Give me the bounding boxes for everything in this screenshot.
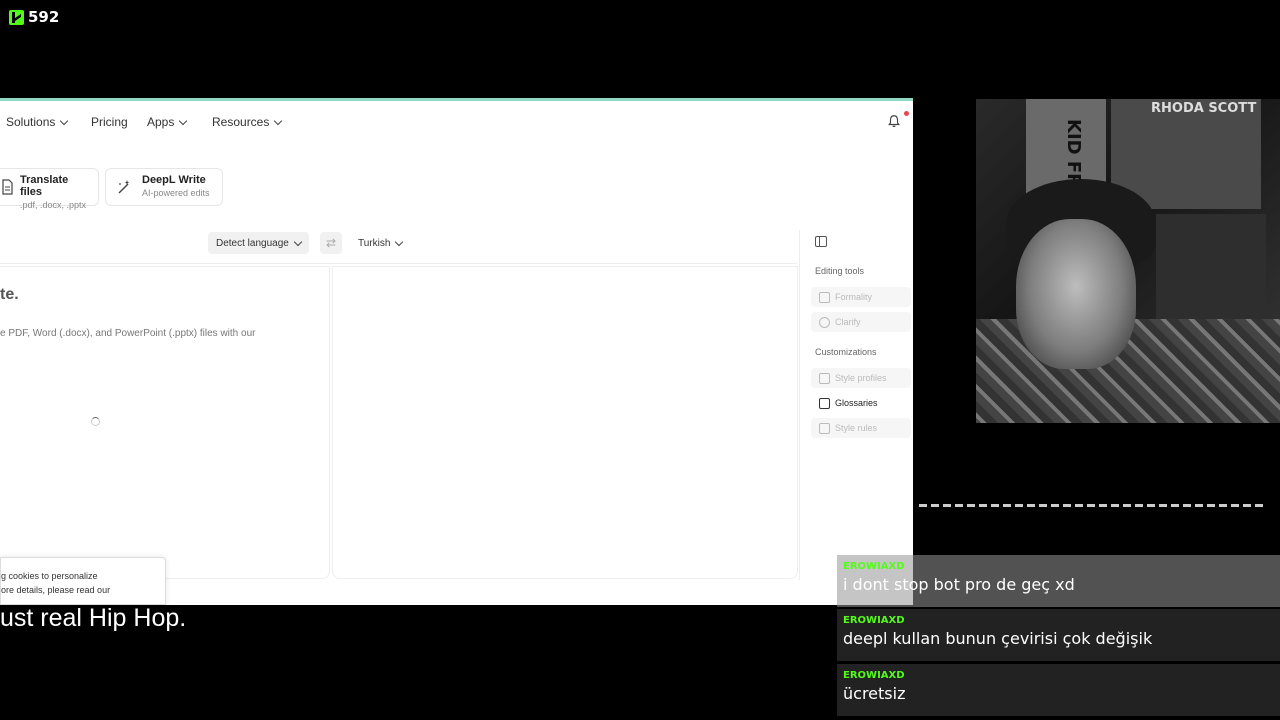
sidebar-item-clarify[interactable]: Clarify xyxy=(811,312,911,332)
nav-pricing[interactable]: Pricing xyxy=(91,115,128,129)
style-rules-icon xyxy=(819,422,830,434)
sidebar-item-label: Style rules xyxy=(835,423,878,433)
chat-message: EROWIAXD ücretsiz xyxy=(837,664,1280,716)
source-pane-heading: te. xyxy=(0,286,19,303)
chevron-down-icon xyxy=(60,116,69,125)
card-title: Translate files xyxy=(20,174,69,198)
sidebar-item-label: Clarify xyxy=(835,317,861,327)
person-face xyxy=(1016,219,1136,369)
sidebar-item-glossaries[interactable]: Glossaries xyxy=(811,393,911,413)
chat-username: EROWIAXD xyxy=(843,615,905,626)
kick-logo-icon xyxy=(9,9,24,25)
dashed-divider xyxy=(919,504,1263,507)
wall-poster xyxy=(1156,214,1266,324)
source-pane-description: e PDF, Word (.docx), and PowerPoint (.pp… xyxy=(0,328,256,339)
sidebar-item-formality[interactable]: Formality xyxy=(811,287,911,307)
source-language-select[interactable]: Detect language xyxy=(208,232,309,254)
cookie-banner: g cookies to personalize ore details, pl… xyxy=(0,557,166,605)
viewer-count: 592 xyxy=(28,8,60,26)
card-subtitle: AI-powered edits xyxy=(142,188,210,198)
translate-files-card[interactable]: Translate files .pdf, .docx, .pptx xyxy=(0,168,99,210)
sidebar-item-label: Formality xyxy=(835,292,873,302)
card-subtitle: .pdf, .docx, .pptx xyxy=(20,200,87,210)
sidebar-toggle-icon[interactable] xyxy=(815,236,827,247)
document-icon xyxy=(2,179,13,195)
poster-text: RHODA SCOTT xyxy=(1151,101,1257,116)
customizations-heading: Customizations xyxy=(815,347,877,357)
deepl-write-card[interactable]: DeepL Write AI-powered edits xyxy=(105,168,223,206)
chat-message: EROWIAXD deepl kullan bunun çevirisi çok… xyxy=(837,609,1280,661)
sidebar-item-label: Glossaries xyxy=(835,398,878,408)
chevron-down-icon xyxy=(274,116,283,125)
sidebar-item-style-rules[interactable]: Style rules xyxy=(811,418,911,438)
editing-tools-heading: Editing tools xyxy=(815,266,865,276)
nav-apps-label: Apps xyxy=(147,115,175,129)
chat-text: deepl kullan bunun çevirisi çok değişik xyxy=(843,629,1153,648)
chat-username: EROWIAXD xyxy=(843,670,905,681)
chevron-down-icon xyxy=(395,237,404,246)
notification-bell-icon[interactable] xyxy=(887,114,901,128)
target-language-select[interactable]: Turkish xyxy=(350,232,410,254)
formality-icon xyxy=(819,291,830,303)
sidebar-item-style-profiles[interactable]: Style profiles xyxy=(811,368,911,388)
source-language-label: Detect language xyxy=(216,237,289,249)
target-text-pane[interactable] xyxy=(332,266,798,579)
nav-resources-label: Resources xyxy=(212,115,270,129)
card-title: DeepL Write xyxy=(142,174,206,186)
nav-apps[interactable]: Apps xyxy=(147,115,188,129)
sidebar-item-label: Style profiles xyxy=(835,373,887,383)
source-text-pane[interactable] xyxy=(0,266,330,579)
webcam-feed: RHODA SCOTT KID FROST xyxy=(976,99,1280,423)
nav-solutions[interactable]: Solutions xyxy=(6,115,69,129)
swap-languages-button[interactable]: ⇄ xyxy=(320,232,342,254)
book-icon xyxy=(819,397,830,409)
viewer-badge: 592 xyxy=(9,8,59,26)
notification-dot xyxy=(904,111,909,116)
style-profiles-icon xyxy=(819,372,830,384)
chat-text: i dont stop bot pro de geç xd xyxy=(843,575,1075,594)
cookie-text-line-1: g cookies to personalize xyxy=(1,571,98,581)
clarify-icon xyxy=(819,316,830,328)
nav-pricing-label: Pricing xyxy=(91,115,128,129)
chat-text: ücretsiz xyxy=(843,684,906,703)
chevron-down-icon xyxy=(179,116,188,125)
nav-solutions-label: Solutions xyxy=(6,115,56,129)
loading-spinner-icon xyxy=(91,417,100,426)
magic-pen-icon xyxy=(118,180,130,194)
chat-username: EROWIAXD xyxy=(843,561,905,572)
target-language-label: Turkish xyxy=(358,237,391,249)
cookie-text-line-2: ore details, please read our xyxy=(1,585,111,595)
stream-subtitle: ust real Hip Hop. xyxy=(0,604,187,632)
chat-message: EROWIAXD i dont stop bot pro de geç xd xyxy=(837,555,1280,607)
nav-resources[interactable]: Resources xyxy=(212,115,283,129)
page-accent-line xyxy=(0,98,913,101)
chevron-down-icon xyxy=(293,237,303,246)
